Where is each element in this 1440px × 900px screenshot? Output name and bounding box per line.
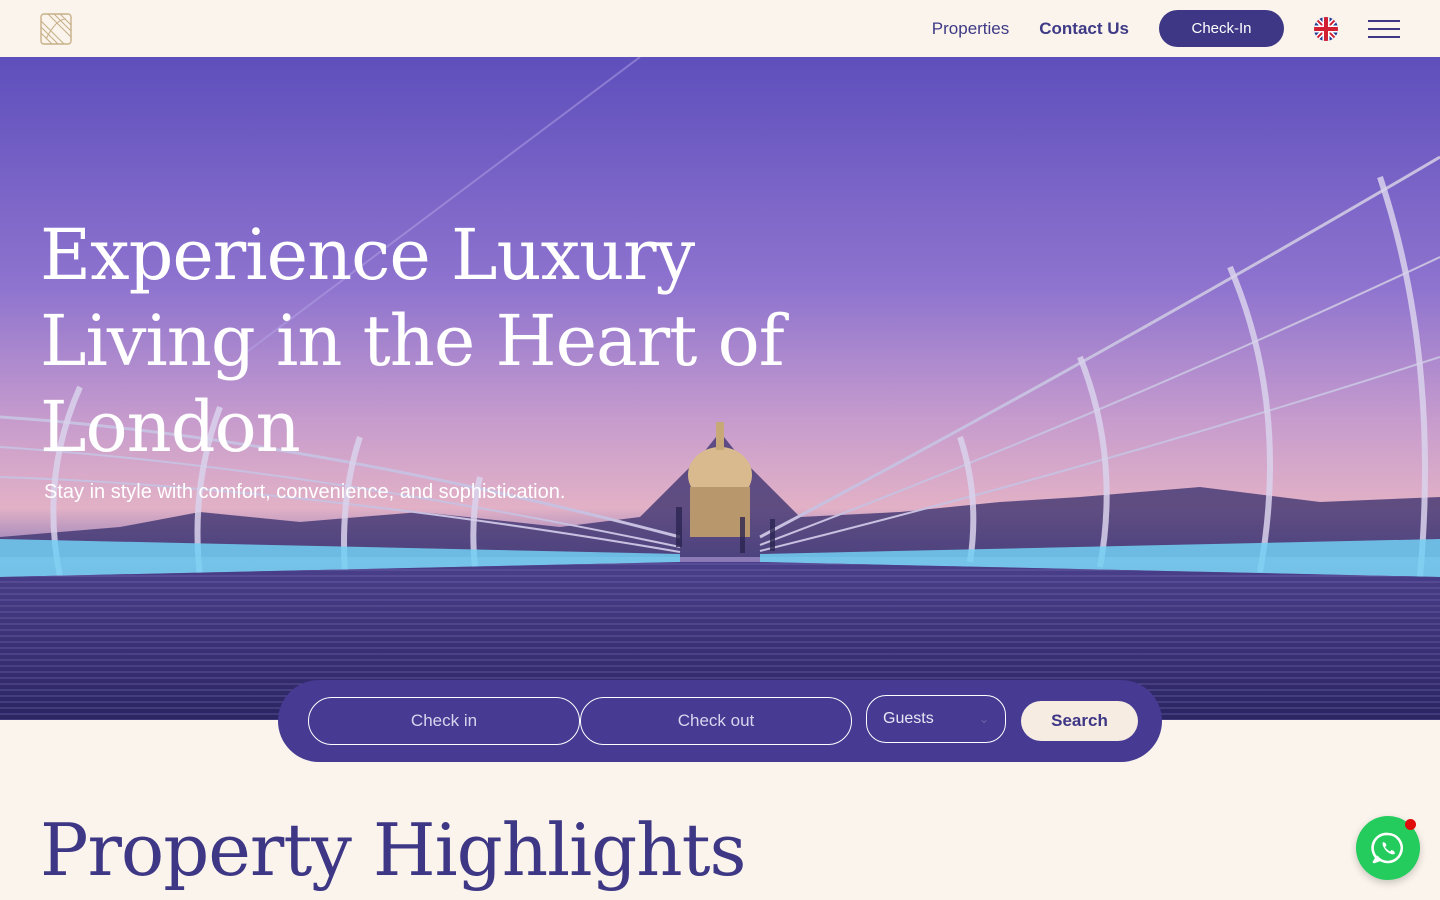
check-in-date-input[interactable] (308, 697, 580, 745)
site-header: Properties Contact Us Check-In (0, 0, 1440, 57)
hero-title: Experience Luxury Living in the Heart of… (40, 214, 785, 468)
whatsapp-icon (1371, 832, 1404, 864)
brand-logo-icon[interactable] (40, 12, 72, 45)
hero-subtitle: Stay in style with comfort, convenience,… (44, 481, 566, 503)
guests-label: Guests (883, 710, 934, 727)
property-highlights-heading: Property Highlights (40, 808, 746, 892)
search-button[interactable]: Search (1021, 701, 1138, 741)
booking-search-bar: Guests ⌄ Search (278, 680, 1162, 762)
chevron-down-icon: ⌄ (978, 712, 989, 726)
hamburger-icon[interactable] (1368, 19, 1400, 38)
nav-link-contact-us[interactable]: Contact Us (1039, 19, 1129, 39)
check-out-date-input[interactable] (580, 697, 852, 745)
uk-flag-icon[interactable] (1314, 16, 1338, 41)
guests-select[interactable]: Guests ⌄ (866, 695, 1006, 743)
main-nav: Properties Contact Us Check-In (932, 10, 1400, 47)
hero-section: Experience Luxury Living in the Heart of… (0, 57, 1440, 720)
check-in-button[interactable]: Check-In (1159, 10, 1284, 47)
notification-badge (1405, 819, 1416, 830)
nav-link-properties[interactable]: Properties (932, 19, 1009, 39)
